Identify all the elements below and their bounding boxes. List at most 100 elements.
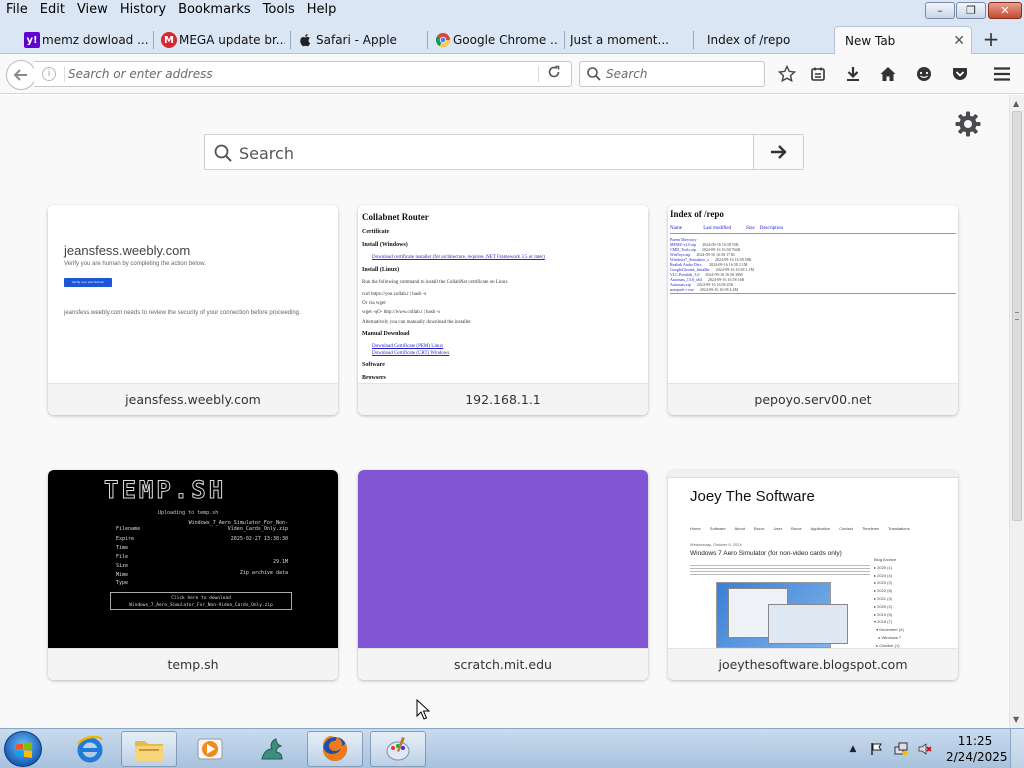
scroll-up-icon[interactable]: ▲ (1013, 99, 1019, 108)
action-center-flag-icon[interactable] (870, 742, 884, 756)
hamburger-menu-icon[interactable] (992, 64, 1012, 84)
firefox-icon[interactable] (307, 731, 363, 767)
dragon-app-icon[interactable] (244, 731, 300, 767)
tile-thumbnail: TEMP.SH Uploading to temp.sh Filename Wi… (48, 470, 338, 648)
scroll-down-icon[interactable]: ▼ (1013, 715, 1019, 724)
back-button[interactable] (6, 60, 36, 90)
close-window-button[interactable]: ✕ (988, 2, 1022, 19)
top-site-tile[interactable]: scratch.mit.edu (358, 470, 648, 680)
tab-title: Safari - Apple (316, 33, 397, 47)
thumb-text: 2025-02-27 13:38:30 (230, 536, 288, 542)
tile-thumbnail: Index of /repo Name Last modified Size D… (668, 205, 958, 383)
top-site-tile[interactable]: Joey The Software Home Software About Br… (668, 470, 958, 680)
network-icon[interactable] (894, 742, 908, 756)
tray-overflow-icon[interactable]: ▲ (846, 742, 860, 756)
vertical-scrollbar[interactable]: ▲ ▼ (1009, 95, 1024, 728)
navigation-toolbar: i (0, 54, 1024, 94)
thumb-text: Alternatively you can manually download … (362, 320, 471, 325)
volume-muted-icon[interactable] (918, 742, 932, 756)
ntp-search-input[interactable] (239, 141, 739, 165)
menu-help[interactable]: Help (301, 0, 343, 20)
thumb-text: File (116, 554, 129, 560)
menu-tools[interactable]: Tools (257, 0, 301, 20)
thumb-heading: Collabnet Router (362, 212, 429, 222)
apple-icon (298, 32, 314, 48)
gear-icon[interactable] (954, 110, 982, 138)
internet-explorer-icon[interactable] (62, 731, 118, 767)
clock-date[interactable]: 2/24/2025 (946, 750, 1008, 764)
tile-label: pepoyo.serv00.net (668, 383, 958, 415)
address-input[interactable] (68, 64, 528, 84)
thumb-text: Time (116, 545, 129, 551)
scrollbar-thumb[interactable] (1012, 111, 1022, 521)
paint-icon[interactable] (370, 731, 426, 767)
url-bar[interactable]: i (34, 61, 572, 87)
minimize-icon: – (937, 4, 943, 17)
thumb-text: Verify you are human by completing the a… (64, 261, 206, 267)
top-site-tile[interactable]: jeansfess.weebly.com Verify you are huma… (48, 205, 338, 415)
thumb-text: Filename (116, 526, 141, 532)
clock-time[interactable]: 11:25 (946, 734, 1004, 748)
reading-list-icon[interactable] (808, 64, 828, 84)
windows-logo-icon (16, 742, 32, 758)
thumb-text: Windows 7 Aero Simulator (for non-video … (690, 550, 842, 557)
thumb-listing-info: 2024-09-16 16:58 4.4M (699, 287, 739, 292)
tile-label: jeansfess.weebly.com (48, 383, 338, 415)
thumb-download-box: Click here to download Windows_7_Aero_Si… (110, 592, 292, 610)
tab-just-a-moment[interactable]: Just a moment... (548, 26, 694, 54)
tab-new-tab[interactable]: New Tab ✕ (834, 26, 972, 55)
new-tab-page: jeansfess.weebly.com Verify you are huma… (0, 95, 1009, 728)
reload-icon[interactable] (547, 65, 561, 83)
thumb-text: Install (Windows) (362, 242, 408, 248)
tab-chrome[interactable]: Google Chrome ... (431, 26, 565, 54)
star-icon[interactable] (777, 64, 797, 84)
tile-label: temp.sh (48, 648, 338, 680)
show-desktop-button[interactable] (1010, 729, 1024, 768)
thumb-text: wget -qO- http://www.collab.r | bash -s (362, 310, 441, 315)
thumb-text: Windows_7_Aero_Simulator_For_Non-Video_C… (188, 520, 288, 532)
search-bar[interactable] (579, 61, 765, 87)
menu-bookmarks[interactable]: Bookmarks (172, 0, 257, 20)
pocket-icon[interactable] (950, 64, 970, 84)
search-go-button[interactable] (753, 135, 803, 169)
menu-edit[interactable]: Edit (34, 0, 71, 20)
tab-safari[interactable]: Safari - Apple (294, 26, 428, 54)
close-icon: ✕ (1000, 4, 1010, 17)
minimize-button[interactable]: – (925, 2, 955, 19)
search-icon (587, 67, 601, 81)
tab-mega[interactable]: M MEGA update br... (157, 26, 291, 54)
ntp-search-box[interactable] (204, 134, 804, 170)
tile-label: joeythesoftware.blogspot.com (668, 648, 958, 680)
media-player-icon[interactable] (182, 731, 238, 767)
home-icon[interactable] (878, 64, 898, 84)
tile-thumbnail: jeansfess.weebly.com Verify you are huma… (48, 205, 338, 383)
site-info-icon[interactable]: i (42, 67, 56, 81)
new-tab-button[interactable]: + (980, 28, 1002, 50)
file-explorer-icon[interactable] (121, 731, 177, 767)
google-icon (435, 32, 451, 48)
menu-view[interactable]: View (71, 0, 114, 20)
chat-icon[interactable] (914, 64, 934, 84)
thumb-text: Install (Linux) (362, 267, 400, 273)
thumb-text: Expire (116, 536, 135, 542)
thumb-text: Name Last modified Size Description (670, 226, 784, 231)
taskbar: ▲ 11:25 2/24/2025 (0, 728, 1024, 768)
menu-file[interactable]: File (0, 0, 34, 20)
thumb-text: Uploading to temp.sh (158, 510, 219, 516)
tab-memz[interactable]: y! memz dowload ... (20, 26, 154, 54)
close-tab-icon[interactable]: ✕ (953, 33, 965, 49)
start-button[interactable] (4, 731, 42, 767)
thumb-text: Mime (116, 572, 129, 578)
tile-thumbnail: Joey The Software Home Software About Br… (668, 470, 958, 648)
download-icon[interactable] (843, 64, 863, 84)
tab-title: MEGA update br... (179, 33, 285, 47)
top-site-tile[interactable]: Index of /repo Name Last modified Size D… (668, 205, 958, 415)
tab-index-repo[interactable]: Index of /repo (685, 26, 831, 54)
top-site-tile[interactable]: Collabnet Router Certificate Install (Wi… (358, 205, 648, 415)
thumb-text: Certificate (362, 229, 390, 235)
menu-history[interactable]: History (114, 0, 172, 20)
thumb-text: Manual Download (362, 331, 410, 337)
search-input[interactable] (606, 64, 756, 84)
maximize-button[interactable]: ❐ (956, 2, 986, 19)
top-site-tile[interactable]: TEMP.SH Uploading to temp.sh Filename Wi… (48, 470, 338, 680)
